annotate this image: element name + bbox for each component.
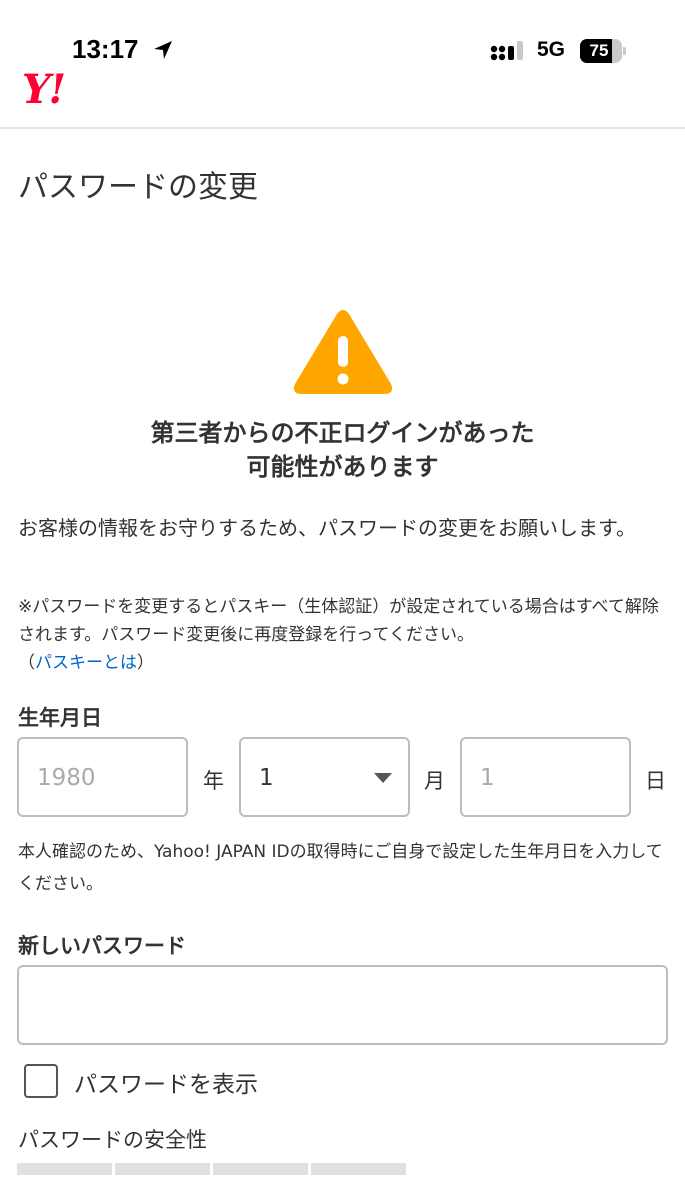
notice-close-paren: ） <box>137 653 154 673</box>
status-bar: 13:17 5G 75 <box>0 0 685 68</box>
location-arrow-icon <box>154 41 172 59</box>
birthday-label: 生年月日 <box>18 706 102 730</box>
strength-bar-segment <box>17 1163 112 1175</box>
day-unit: 日 <box>645 769 666 793</box>
yahoo-logo[interactable]: Y! <box>22 66 66 113</box>
alert-title: 第三者からの不正ログインがあった 可能性があります <box>0 416 685 484</box>
header-divider <box>0 127 685 129</box>
show-password-label[interactable]: パスワードを表示 <box>74 1065 258 1099</box>
warning-icon <box>293 310 393 394</box>
year-unit: 年 <box>203 769 224 793</box>
alert-title-line1: 第三者からの不正ログインがあった <box>150 419 535 447</box>
battery-level: 75 <box>589 41 609 60</box>
intro-text: お客様の情報をお守りするため、パスワードの変更をお願いします。 <box>18 516 636 540</box>
birth-day-placeholder: 1 <box>480 765 495 791</box>
chevron-down-icon <box>374 773 392 783</box>
birth-day-input[interactable]: 1 <box>460 737 631 817</box>
strength-bar-segment <box>311 1163 406 1175</box>
notice-open-paren: （ <box>18 653 35 673</box>
passkey-notice: ※パスワードを変更するとパスキー（生体認証）が設定されている場合はすべて解除され… <box>18 593 668 677</box>
show-password-checkbox[interactable] <box>24 1064 58 1098</box>
password-strength-label: パスワードの安全性 <box>18 1128 207 1152</box>
new-password-label: 新しいパスワード <box>18 934 186 958</box>
alert-title-line2: 可能性があります <box>246 453 439 481</box>
new-password-input[interactable] <box>17 965 668 1045</box>
birth-month-select[interactable]: 1 <box>239 737 410 817</box>
strength-bar-segment <box>213 1163 308 1175</box>
page-title: パスワードの変更 <box>18 170 258 205</box>
birth-year-placeholder: 1980 <box>37 765 96 791</box>
notice-text: ※パスワードを変更するとパスキー（生体認証）が設定されている場合はすべて解除され… <box>18 597 659 645</box>
battery-icon: 75 <box>580 39 626 63</box>
network-type: 5G <box>537 38 566 61</box>
signal-icon <box>490 41 523 61</box>
month-unit: 月 <box>424 769 445 793</box>
status-time: 13:17 <box>72 34 139 64</box>
birth-month-value: 1 <box>259 765 274 791</box>
strength-bar-segment <box>115 1163 210 1175</box>
birth-year-input[interactable]: 1980 <box>17 737 188 817</box>
passkey-help-link[interactable]: パスキーとは <box>35 653 137 673</box>
birthday-helper-text: 本人確認のため、Yahoo! JAPAN IDの取得時にご自身で設定した生年月日… <box>18 842 663 894</box>
